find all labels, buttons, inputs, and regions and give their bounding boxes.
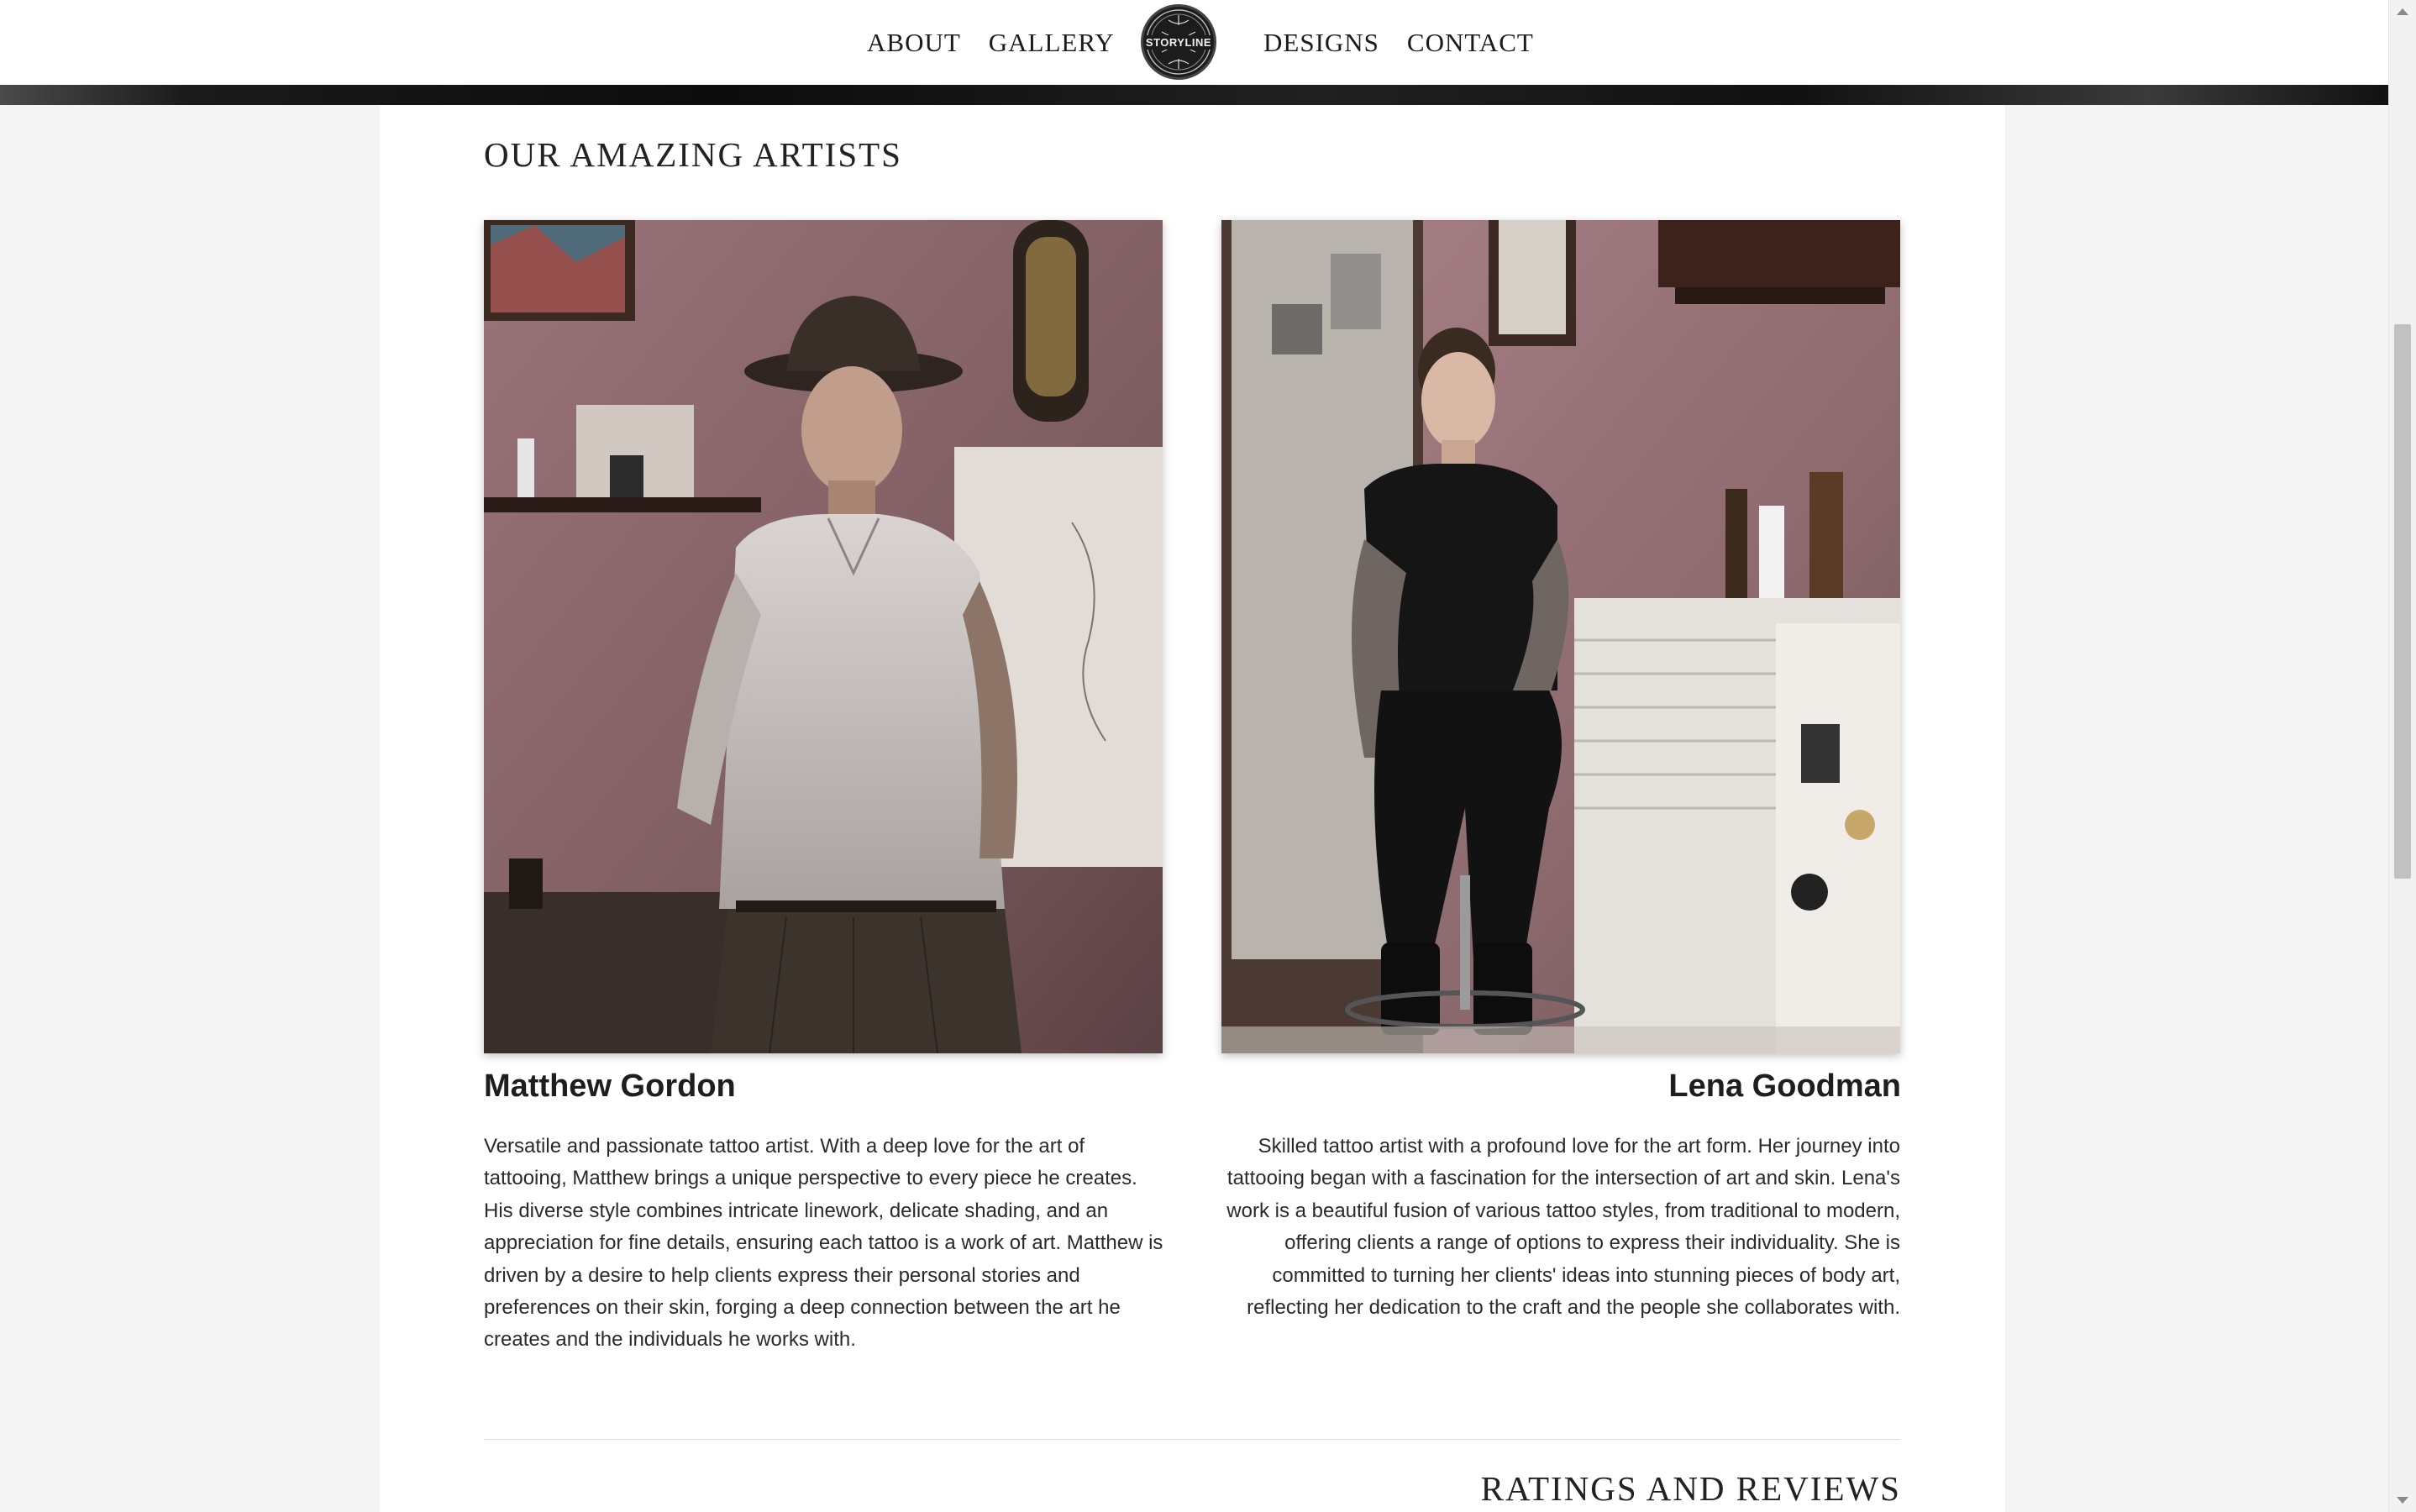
page: ABOUT GALLERY STORYLINE DESIGNS CONTACT [0,0,2416,1512]
storyline-logo[interactable]: STORYLINE [1141,4,1216,80]
artists-section: OUR AMAZING ARTISTS Matthew Gordon Lena … [380,0,2005,1512]
artist-bio-lena: Skilled tattoo artist with a profound lo… [1226,1135,1900,1320]
scrollbar-thumb[interactable] [2394,324,2411,879]
artist-name-matthew: Matthew Gordon [484,1068,736,1104]
artist-portrait-image [484,220,1163,1053]
section-title: OUR AMAZING ARTISTS [484,135,902,174]
nav-gallery-link[interactable]: GALLERY [989,28,1115,58]
artist-portrait-image [1221,220,1900,1053]
scroll-up-icon[interactable] [2397,8,2408,15]
page-scrollbar[interactable] [2388,0,2416,1512]
hero-image-strip [0,85,2389,105]
section-divider [484,1439,1900,1440]
artist-bio-matthew: Versatile and passionate tattoo artist. … [484,1135,1163,1352]
scroll-down-icon[interactable] [2397,1497,2408,1504]
nav-designs-link[interactable]: DESIGNS [1263,28,1379,58]
site-header: ABOUT GALLERY STORYLINE DESIGNS CONTACT [0,0,2389,85]
artist-photo-matthew[interactable] [484,220,1163,1053]
nav-about-link[interactable]: ABOUT [867,28,961,58]
ratings-title: RATINGS AND REVIEWS [1480,1469,1901,1508]
nav-left: ABOUT GALLERY [867,0,1142,85]
artist-name-lena: Lena Goodman [1668,1068,1901,1104]
nav-right: DESIGNS CONTACT [1263,0,1562,85]
logo-wordmark: STORYLINE [1144,34,1213,50]
nav-contact-link[interactable]: CONTACT [1407,28,1534,58]
artist-photo-lena[interactable] [1221,220,1900,1053]
